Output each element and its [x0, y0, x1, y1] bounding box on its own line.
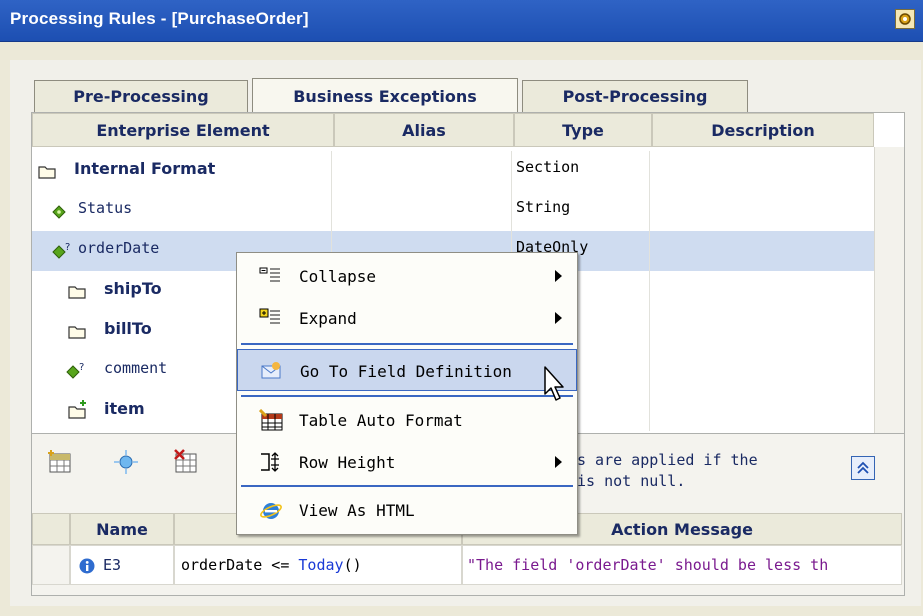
info-line: is not null.	[577, 472, 686, 490]
menu-item-label: Collapse	[299, 267, 377, 286]
condition-function: Today	[298, 556, 344, 574]
window-title: Processing Rules - [PurchaseOrder]	[10, 9, 309, 28]
rule-name: E3	[103, 556, 122, 574]
column-header-alias[interactable]: Alias	[334, 113, 514, 147]
diamond-question-icon: ?	[52, 242, 70, 259]
element-name: orderDate	[78, 239, 160, 257]
menu-item-expand[interactable]: Expand	[237, 297, 577, 339]
folder-icon	[68, 286, 86, 299]
diamond-icon	[52, 205, 66, 219]
column-header-label: Enterprise Element	[96, 120, 270, 140]
submenu-arrow-icon	[555, 312, 562, 324]
add-table-icon[interactable]	[46, 448, 74, 476]
go-to-field-icon	[261, 362, 281, 379]
table-format-icon	[259, 409, 283, 431]
diamond-question-icon: ?	[66, 362, 84, 379]
menu-separator	[241, 395, 573, 397]
condition-text: orderDate <=	[181, 556, 299, 574]
gear-icon[interactable]	[895, 9, 915, 29]
tab-label: Pre-Processing	[73, 87, 209, 106]
element-name: Status	[78, 199, 133, 217]
rule-condition-cell[interactable]: orderDate <= Today()	[174, 545, 462, 585]
menu-item-label: Go To Field Definition	[300, 362, 512, 381]
element-name: Internal Format	[74, 159, 216, 178]
menu-item-table-auto-format[interactable]: Table Auto Format	[237, 399, 577, 441]
row-height-icon	[261, 452, 279, 472]
action-message: "The field 'orderDate' should be less th	[467, 556, 829, 574]
info-line: s are applied if the	[577, 451, 758, 469]
row-selector[interactable]	[32, 545, 70, 585]
menu-item-label: Row Height	[299, 453, 396, 472]
menu-item-collapse[interactable]: Collapse	[237, 255, 577, 297]
tab-pre-processing[interactable]: Pre-Processing	[34, 80, 248, 112]
menu-item-row-height[interactable]: Row Height	[237, 441, 577, 483]
submenu-arrow-icon	[555, 270, 562, 282]
element-name: comment	[104, 359, 168, 377]
collapse-panel-button[interactable]	[851, 456, 875, 480]
column-header-name[interactable]: Name	[70, 513, 174, 545]
menu-separator	[241, 343, 573, 345]
menu-item-label: View As HTML	[299, 501, 415, 520]
column-header-label: Action Message	[611, 519, 753, 539]
menu-item-label: Expand	[299, 309, 357, 328]
menu-item-label: Table Auto Format	[299, 411, 463, 430]
folder-icon	[38, 166, 56, 179]
delete-table-icon[interactable]	[172, 448, 200, 476]
double-chevron-up-icon	[857, 461, 869, 474]
rule-name-cell[interactable]: E3	[70, 545, 174, 585]
column-header-label: Type	[562, 120, 604, 140]
context-menu: Collapse Expand Go To Field Definition T…	[236, 252, 578, 535]
svg-text:?: ?	[65, 242, 70, 253]
tree-row[interactable]: Internal Format Section	[32, 151, 874, 191]
column-header-enterprise-element[interactable]: Enterprise Element	[32, 113, 334, 147]
collapse-icon	[259, 267, 280, 282]
element-type: Section	[512, 151, 650, 191]
vertical-scrollbar[interactable]	[874, 147, 904, 433]
folder-icon	[68, 326, 86, 339]
mouse-cursor-icon	[544, 366, 564, 401]
column-header-label: Description	[711, 120, 815, 140]
folder-plus-icon	[68, 400, 86, 419]
row-selector-header	[32, 513, 70, 545]
column-header-label: Alias	[402, 120, 446, 140]
menu-item-go-to-field-definition[interactable]: Go To Field Definition	[237, 349, 577, 391]
column-header-description[interactable]: Description	[652, 113, 874, 147]
submenu-arrow-icon	[555, 456, 562, 468]
element-name: item	[104, 399, 145, 418]
processing-rules-window: Processing Rules - [PurchaseOrder] Pre-P…	[0, 0, 923, 616]
menu-item-view-as-html[interactable]: View As HTML	[237, 489, 577, 531]
svg-text:?: ?	[79, 362, 84, 373]
rule-info-text: s are applied if the is not null.	[577, 450, 837, 492]
condition-parens: ()	[343, 556, 362, 574]
element-name: billTo	[104, 319, 152, 338]
title-bar: Processing Rules - [PurchaseOrder]	[0, 0, 923, 42]
column-header-label: Name	[96, 519, 148, 539]
internet-explorer-icon	[260, 503, 282, 519]
tab-label: Post-Processing	[562, 87, 708, 106]
tab-business-exceptions[interactable]: Business Exceptions	[252, 78, 518, 113]
column-header-type[interactable]: Type	[514, 113, 652, 147]
element-type: String	[512, 191, 650, 231]
tree-row[interactable]: Status String	[32, 191, 874, 231]
expand-icon	[259, 308, 280, 324]
tab-post-processing[interactable]: Post-Processing	[522, 80, 748, 112]
insert-rule-icon[interactable]	[112, 448, 140, 476]
element-name: shipTo	[104, 279, 162, 298]
info-icon	[79, 558, 95, 574]
rule-message-cell[interactable]: "The field 'orderDate' should be less th	[462, 545, 902, 585]
tab-label: Business Exceptions	[293, 86, 477, 106]
menu-separator	[241, 485, 573, 487]
